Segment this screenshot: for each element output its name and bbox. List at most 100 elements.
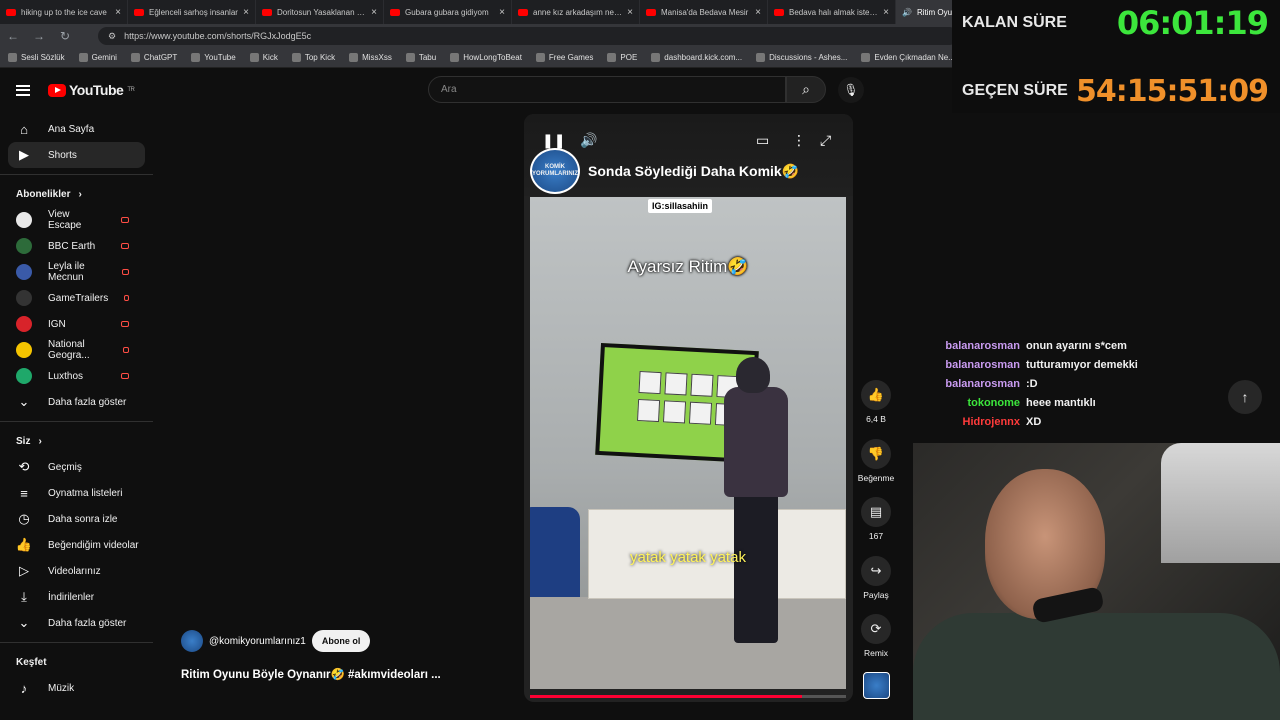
chat-text: :D xyxy=(1026,378,1038,390)
subscriptions-header[interactable]: Abonelikler › xyxy=(0,181,155,207)
fullscreen-icon[interactable]: ⤢ xyxy=(820,132,831,149)
game-grid-cell xyxy=(637,398,661,423)
volume-icon[interactable]: 🔊 xyxy=(580,132,597,149)
history-icon: ⟲ xyxy=(18,459,30,474)
progress-bar[interactable] xyxy=(530,695,846,698)
comments-button[interactable]: ▤ 167 xyxy=(855,497,897,541)
video-title[interactable]: Ritim Oyunu Böyle Oynanır🤣 #akımvideolar… xyxy=(181,667,441,681)
sidebar-subscription[interactable]: Luxthos xyxy=(0,363,145,389)
bookmark-item[interactable]: Sesli Sözlük xyxy=(8,53,65,62)
sidebar-subscription[interactable]: View Escape xyxy=(0,207,145,233)
sidebar-item[interactable]: ♪ Müzik xyxy=(0,675,145,701)
sidebar-subscription[interactable]: IGN xyxy=(0,311,145,337)
channel-handle[interactable]: @komikyorumlarınız1 xyxy=(209,636,306,647)
sidebar-subscription[interactable]: Leyla ile Mecnun xyxy=(0,259,145,285)
bookmark-item[interactable]: Free Games xyxy=(535,53,593,62)
bookmark-item[interactable]: Evden Çıkmadan Ne... xyxy=(861,53,955,62)
youtube-logo[interactable]: YouTube TR xyxy=(48,82,135,98)
browser-tab[interactable]: Doritosun Yasaklanan Reklamı × xyxy=(256,0,384,24)
sidebar-item[interactable]: ⌄ Daha fazla göster xyxy=(0,610,145,636)
sidebar-subscription[interactable]: BBC Earth xyxy=(0,233,145,259)
video-frame[interactable]: IG:sillasahiin Ayarsız Ritim🤣 yatak yata… xyxy=(530,197,846,689)
close-icon[interactable]: × xyxy=(627,7,633,18)
chat-overlay: balanarosman onun ayarını s*cem balanarosm… xyxy=(936,340,1216,435)
channel-row: @komikyorumlarınız1 Abone ol xyxy=(181,630,371,652)
you-header[interactable]: Siz › xyxy=(0,428,155,454)
site-info-icon[interactable]: ⚙ xyxy=(108,31,116,42)
close-icon[interactable]: × xyxy=(371,7,377,18)
url-field[interactable]: ⚙ https://www.youtube.com/shorts/RGJxJod… xyxy=(98,27,958,45)
tab-title: Manisa'da Bedava Mesir xyxy=(661,7,749,17)
bookmark-item[interactable]: YouTube xyxy=(191,53,236,62)
close-icon[interactable]: × xyxy=(243,7,249,18)
sidebar-subscription[interactable]: GameTrailers xyxy=(0,285,145,311)
video-overlay-title: Sonda Söylediği Daha Komik🤣 xyxy=(588,162,800,179)
bookmark-item[interactable]: HowLongToBeat xyxy=(450,53,522,62)
explore-title: Keşfet xyxy=(16,656,47,668)
bookmark-item[interactable]: POE xyxy=(607,53,637,62)
sidebar-item-home[interactable]: ⌂ Ana Sayfa xyxy=(0,116,145,142)
browser-tab[interactable]: Manisa'da Bedava Mesir × xyxy=(640,0,768,24)
person-head xyxy=(736,357,770,393)
sidebar-item[interactable]: ◷ Daha sonra izle xyxy=(0,506,145,532)
sidebar-item-shorts[interactable]: ▶ Shorts xyxy=(8,142,145,168)
close-icon[interactable]: × xyxy=(499,7,505,18)
dislike-button[interactable]: 👎 Beğenme xyxy=(855,439,897,483)
more-options-icon[interactable]: ⋮ xyxy=(792,132,806,149)
sidebar-item[interactable]: ⟲ Geçmiş xyxy=(0,454,145,480)
instagram-label: IG:sillasahiin xyxy=(648,199,713,213)
subs-show-more[interactable]: ⌄ Daha fazla göster xyxy=(0,389,145,415)
chat-text: heee mantıklı xyxy=(1026,397,1096,409)
voice-search-button[interactable]: 🎙 xyxy=(838,77,864,103)
bookmark-icon xyxy=(535,53,545,62)
shorts-player[interactable]: ❚❚ 🔊 ▭ ⋮ ⤢ KOMİK YORUMLARINIZ Sonda Söyl… xyxy=(524,114,853,702)
bookmark-label: Tabu xyxy=(418,53,437,62)
forward-icon[interactable]: → xyxy=(26,29,52,43)
like-button[interactable]: 👍 6,4 B xyxy=(855,380,897,424)
sidebar-item[interactable]: ≡ Oynatma listeleri xyxy=(0,480,145,506)
browser-tab[interactable]: Gubara gubara gidiyom × xyxy=(384,0,512,24)
chat-text: XD xyxy=(1026,416,1042,428)
bookmark-item[interactable]: Discussions - Ashes... xyxy=(756,53,847,62)
sidebar-subscription[interactable]: National Geogra... xyxy=(0,337,145,363)
youtube-favicon-icon xyxy=(262,8,272,16)
subscribe-button[interactable]: Abone ol xyxy=(311,630,371,652)
close-icon[interactable]: × xyxy=(755,7,761,18)
bookmark-item[interactable]: MissXss xyxy=(349,53,392,62)
sidebar-item[interactable]: ⤓ İndirilenler xyxy=(0,584,145,610)
menu-icon[interactable] xyxy=(16,84,30,96)
sidebar-item[interactable]: ▷ Videolarınız xyxy=(0,558,145,584)
back-icon[interactable]: ← xyxy=(0,29,26,43)
reload-icon[interactable]: ↻ xyxy=(52,29,78,43)
sidebar-item-label: Daha sonra izle xyxy=(48,513,118,525)
channel-avatar-button[interactable] xyxy=(863,672,890,699)
bookmark-item[interactable]: Top Kick xyxy=(291,53,335,62)
sidebar-item-label: Shorts xyxy=(48,149,77,161)
bookmark-item[interactable]: Kick xyxy=(249,53,278,62)
chevron-down-icon: ⌄ xyxy=(18,615,30,630)
browser-tab[interactable]: hiking up to the ice cave × xyxy=(0,0,128,24)
remix-button[interactable]: ⟳ Remix xyxy=(855,614,897,658)
share-button[interactable]: ↪ Paylaş xyxy=(855,556,897,600)
sidebar-item[interactable]: 👍 Beğendiğim videolar xyxy=(0,532,145,558)
channel-avatar[interactable] xyxy=(181,630,203,652)
browser-tab[interactable]: Bedava halı almak isteyenler × xyxy=(768,0,896,24)
search-button[interactable]: ⌕ xyxy=(786,76,826,103)
bookmark-label: Evden Çıkmadan Ne... xyxy=(874,53,955,62)
browser-tab[interactable]: anne kız arkadaşım neredeyse × xyxy=(512,0,640,24)
pause-icon[interactable]: ❚❚ xyxy=(542,132,565,149)
tab-title: hiking up to the ice cave xyxy=(21,7,107,17)
bookmark-item[interactable]: Tabu xyxy=(405,53,437,62)
bookmark-item[interactable]: dashboard.kick.com... xyxy=(651,53,742,62)
tab-title: Gubara gubara gidiyom xyxy=(405,7,489,17)
browser-tab[interactable]: Eğlenceli sarhoş insanlar × xyxy=(128,0,256,24)
close-icon[interactable]: × xyxy=(883,7,889,18)
bookmark-item[interactable]: ChatGPT xyxy=(130,53,177,62)
bookmark-icon xyxy=(191,53,201,62)
scroll-up-button[interactable]: ↑ xyxy=(1228,380,1262,414)
stream-timer-overlay: KALAN SÜRE 06:01:19 GEÇEN SÜRE 54:15:51:… xyxy=(952,0,1280,113)
captions-icon[interactable]: ▭ xyxy=(756,132,769,149)
search-input[interactable]: Ara xyxy=(428,76,786,103)
close-icon[interactable]: × xyxy=(115,7,121,18)
bookmark-item[interactable]: Gemini xyxy=(78,53,117,62)
